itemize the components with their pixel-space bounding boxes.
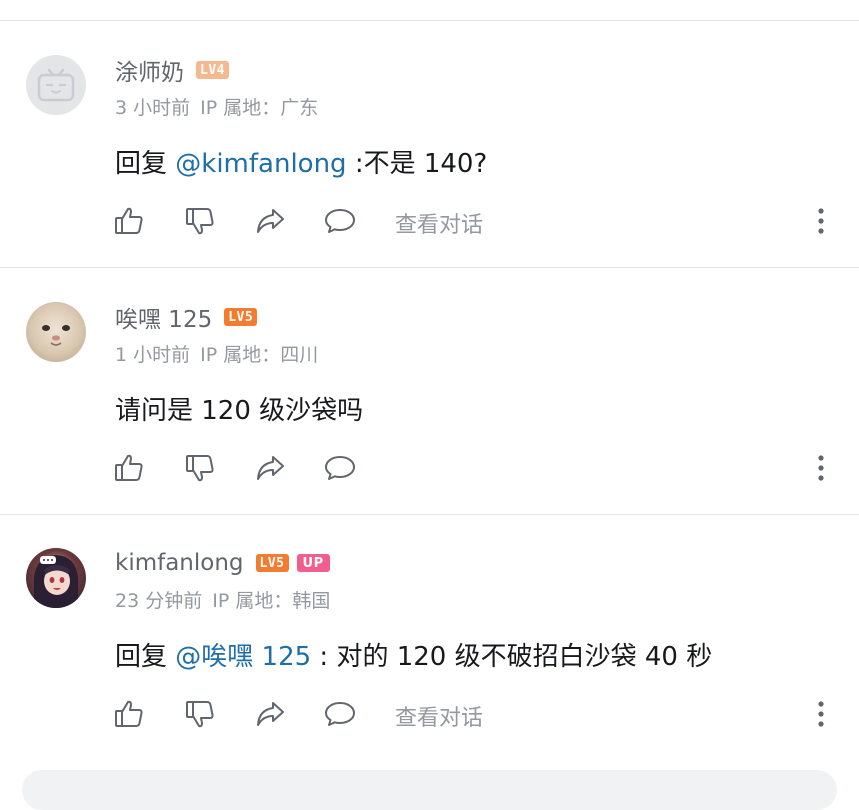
cat-face-icon <box>42 325 70 346</box>
ip-location: IP 属地：四川 <box>200 344 319 366</box>
username[interactable]: kimfanlong <box>115 550 244 576</box>
vertical-dots-icon <box>818 701 824 727</box>
comment-time: 3 小时前 <box>115 97 191 119</box>
vertical-dots-icon <box>818 455 824 481</box>
comment-meta: 23 分钟前 IP 属地：韩国 <box>115 586 330 613</box>
comment-text: : 对的 120 级不破招白沙袋 40 秒 <box>311 642 713 672</box>
speech-bubble-icon <box>325 209 355 233</box>
comment-item: 唉嘿 125 LV5 1 小时前 IP 属地：四川 请问是 120 级沙袋吗 <box>0 268 859 515</box>
anime-character-icon <box>34 555 78 608</box>
reply-input-bar[interactable] <box>22 770 837 810</box>
reply-prefix: 回复 <box>115 642 176 672</box>
ip-location: IP 属地：广东 <box>200 97 319 119</box>
vertical-dots-icon <box>818 208 824 234</box>
level-badge: LV5 <box>255 554 289 572</box>
thumbs-down-icon <box>186 208 214 235</box>
speech-bubble-icon <box>325 702 355 726</box>
share-button[interactable] <box>252 450 288 486</box>
dislike-button[interactable] <box>182 203 218 239</box>
avatar[interactable] <box>26 548 86 608</box>
user-row: 唉嘿 125 LV5 <box>115 300 265 334</box>
speech-bubble-icon <box>325 456 355 480</box>
action-bar: 查看对话 <box>0 692 859 736</box>
thumbs-up-icon <box>115 454 143 481</box>
share-arrow-icon <box>257 209 284 233</box>
mention-link[interactable]: @唉嘿 125 <box>175 642 311 672</box>
like-button[interactable] <box>111 203 147 239</box>
share-arrow-icon <box>257 456 284 480</box>
view-conversation-link[interactable]: 查看对话 <box>395 700 483 732</box>
comment-item: kimfanlong LV5 UP 23 分钟前 IP 属地：韩国 回复 @唉嘿 … <box>0 514 859 761</box>
share-arrow-icon <box>257 702 284 726</box>
comment-meta: 1 小时前 IP 属地：四川 <box>115 340 318 367</box>
comment-item: 涂师奶 LV4 3 小时前 IP 属地：广东 回复 @kimfanlong :不是… <box>0 21 859 268</box>
level-badge: LV4 <box>196 61 229 79</box>
share-button[interactable] <box>252 696 288 732</box>
action-bar: 查看对话 <box>0 199 859 243</box>
thumbs-down-icon <box>186 701 214 728</box>
more-options-button[interactable] <box>807 450 835 486</box>
comment-time: 23 分钟前 <box>115 590 203 612</box>
user-row: 涂师奶 LV4 <box>115 53 237 87</box>
dislike-button[interactable] <box>182 696 218 732</box>
dislike-button[interactable] <box>182 450 218 486</box>
reply-button[interactable] <box>322 203 358 239</box>
avatar[interactable] <box>26 302 86 362</box>
thumbs-up-icon <box>115 700 143 727</box>
avatar[interactable] <box>26 55 86 115</box>
mention-link[interactable]: @kimfanlong <box>175 149 346 179</box>
share-button[interactable] <box>252 203 288 239</box>
comment-text: :不是 140? <box>346 149 488 179</box>
like-button[interactable] <box>111 450 147 486</box>
comment-content: 回复 @唉嘿 125 : 对的 120 级不破招白沙袋 40 秒 <box>115 636 712 673</box>
comment-time: 1 小时前 <box>115 344 191 366</box>
reply-button[interactable] <box>322 450 358 486</box>
comment-meta: 3 小时前 IP 属地：广东 <box>115 93 318 120</box>
username[interactable]: 唉嘿 125 <box>115 300 212 334</box>
comment-content: 请问是 120 级沙袋吗 <box>115 390 363 427</box>
username[interactable]: 涂师奶 <box>115 53 184 87</box>
tv-mascot-icon <box>37 68 75 102</box>
level-badge: LV5 <box>224 308 258 326</box>
reply-button[interactable] <box>322 696 358 732</box>
more-options-button[interactable] <box>807 203 835 239</box>
reply-prefix: 回复 <box>115 149 176 179</box>
like-button[interactable] <box>111 696 147 732</box>
comment-text: 请问是 120 级沙袋吗 <box>115 396 364 426</box>
comment-content: 回复 @kimfanlong :不是 140? <box>115 143 487 180</box>
thumbs-down-icon <box>186 455 214 482</box>
user-row: kimfanlong LV5 UP <box>115 548 338 578</box>
view-conversation-link[interactable]: 查看对话 <box>395 207 483 239</box>
more-options-button[interactable] <box>807 696 835 732</box>
action-bar <box>0 446 859 490</box>
ip-location: IP 属地：韩国 <box>212 590 331 612</box>
up-badge: UP <box>296 554 330 572</box>
thumbs-up-icon <box>115 207 143 234</box>
